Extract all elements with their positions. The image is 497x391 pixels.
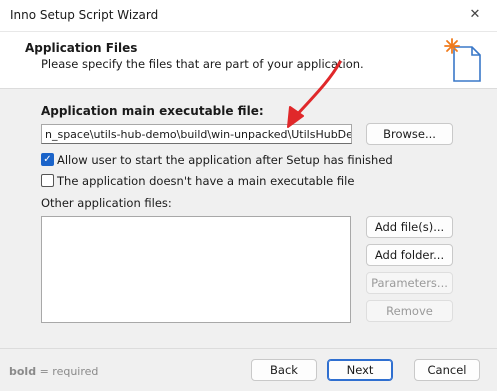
parameters-button[interactable]: Parameters...: [366, 272, 453, 294]
no-main-exe-checkbox[interactable]: [41, 174, 54, 187]
document-sparkle-icon: [444, 38, 481, 82]
allow-start-label: Allow user to start the application afte…: [57, 153, 393, 167]
add-files-button[interactable]: Add file(s)...: [366, 216, 453, 238]
other-files-label: Other application files:: [41, 196, 172, 210]
remove-button[interactable]: Remove: [366, 300, 453, 322]
required-legend: bold = required: [9, 365, 98, 378]
title-bar: Inno Setup Script Wizard ✕: [0, 0, 497, 32]
cancel-button[interactable]: Cancel: [414, 359, 480, 381]
page-title: Application Files: [25, 41, 138, 55]
back-button[interactable]: Back: [251, 359, 317, 381]
next-button[interactable]: Next: [327, 359, 393, 381]
wizard-header: Application Files Please specify the fil…: [0, 32, 497, 88]
allow-start-checkbox[interactable]: ✓: [41, 153, 54, 166]
close-icon[interactable]: ✕: [462, 4, 488, 26]
other-files-list[interactable]: [41, 216, 351, 323]
main-exe-label: Application main executable file:: [41, 104, 264, 118]
required-legend-text: = required: [36, 365, 99, 378]
add-folder-button[interactable]: Add folder...: [366, 244, 453, 266]
wizard-footer: bold = required Back Next Cancel: [0, 348, 497, 391]
browse-button[interactable]: Browse...: [366, 123, 453, 145]
page-subtitle: Please specify the files that are part o…: [41, 57, 364, 71]
required-legend-bold: bold: [9, 365, 37, 378]
window-title: Inno Setup Script Wizard: [10, 8, 159, 22]
main-exe-input[interactable]: n_space\utils-hub-demo\build\win-unpacke…: [41, 124, 352, 144]
no-main-exe-label: The application doesn't have a main exec…: [57, 174, 355, 188]
